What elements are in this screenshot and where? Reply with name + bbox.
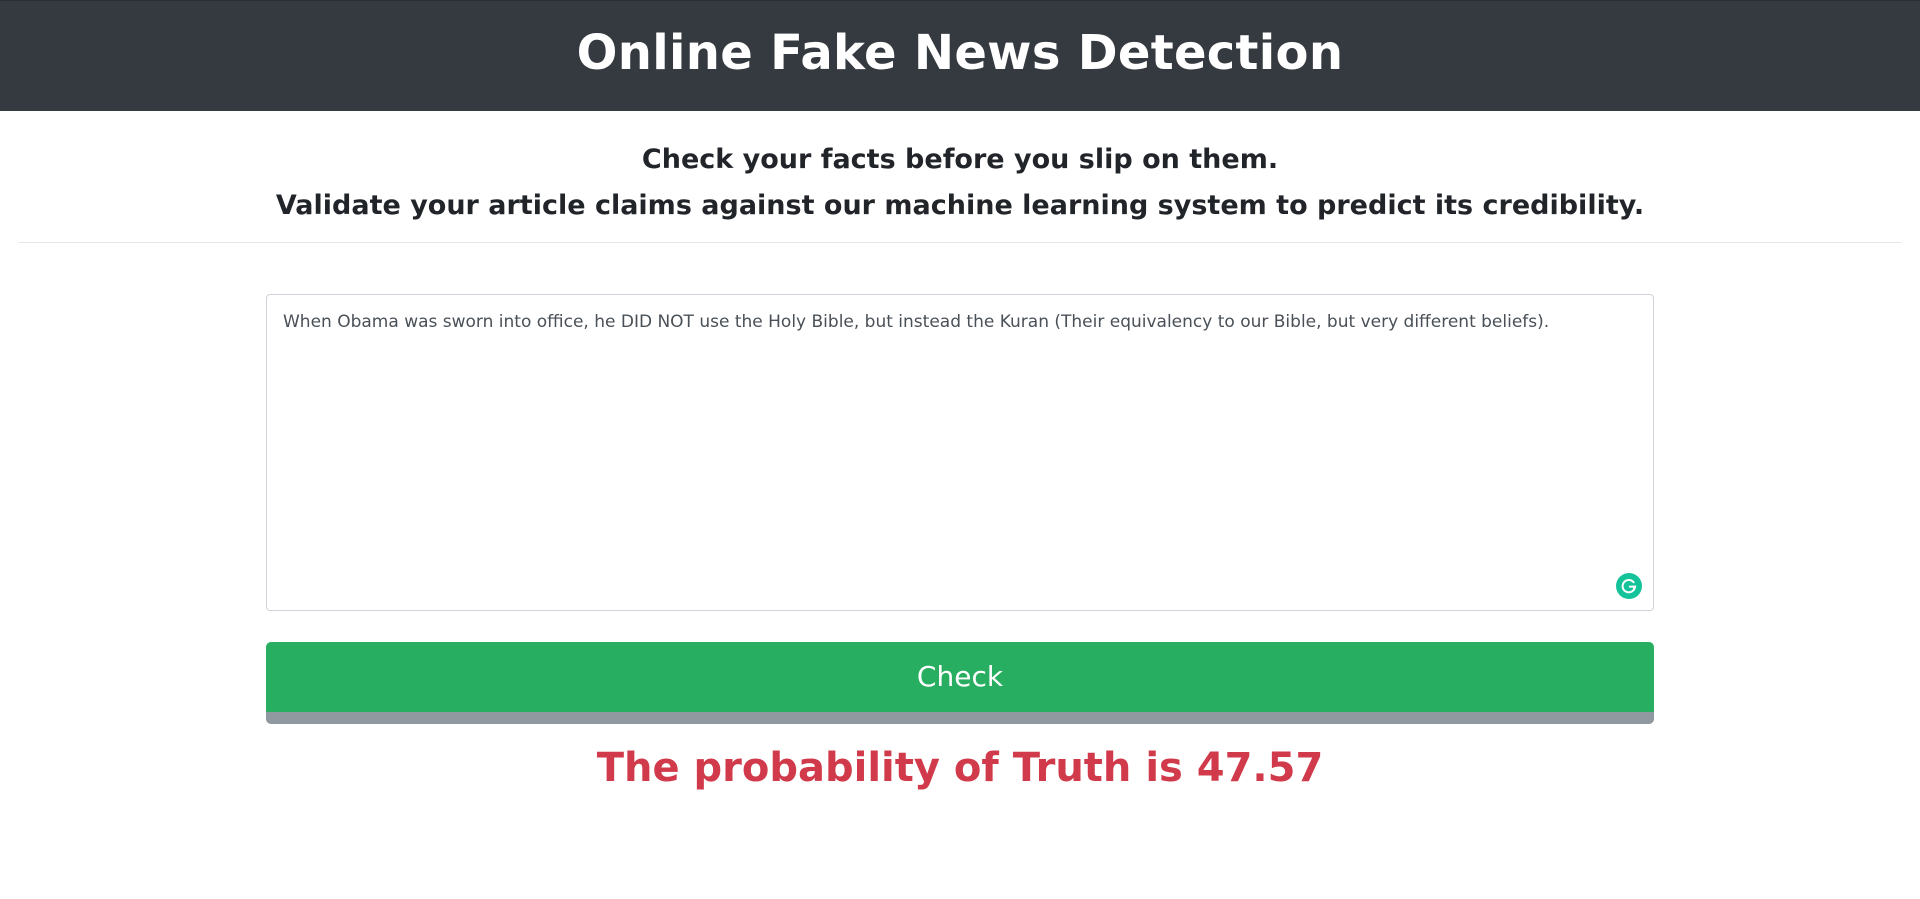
truth-probability-result: The probability of Truth is 47.57 xyxy=(596,745,1324,791)
grammarly-icon[interactable] xyxy=(1616,573,1642,599)
tagline-secondary: Validate your article claims against our… xyxy=(275,190,1645,221)
article-textarea[interactable]: When Obama was sworn into office, he DID… xyxy=(266,294,1654,611)
check-button[interactable]: Check xyxy=(266,642,1654,712)
tagline-primary: Check your facts before you slip on them… xyxy=(641,144,1279,175)
page-header: Online Fake News Detection xyxy=(0,0,1920,111)
page-title: Online Fake News Detection xyxy=(576,25,1344,81)
section-divider xyxy=(19,242,1901,243)
article-text-value[interactable]: When Obama was sworn into office, he DID… xyxy=(283,309,1637,335)
